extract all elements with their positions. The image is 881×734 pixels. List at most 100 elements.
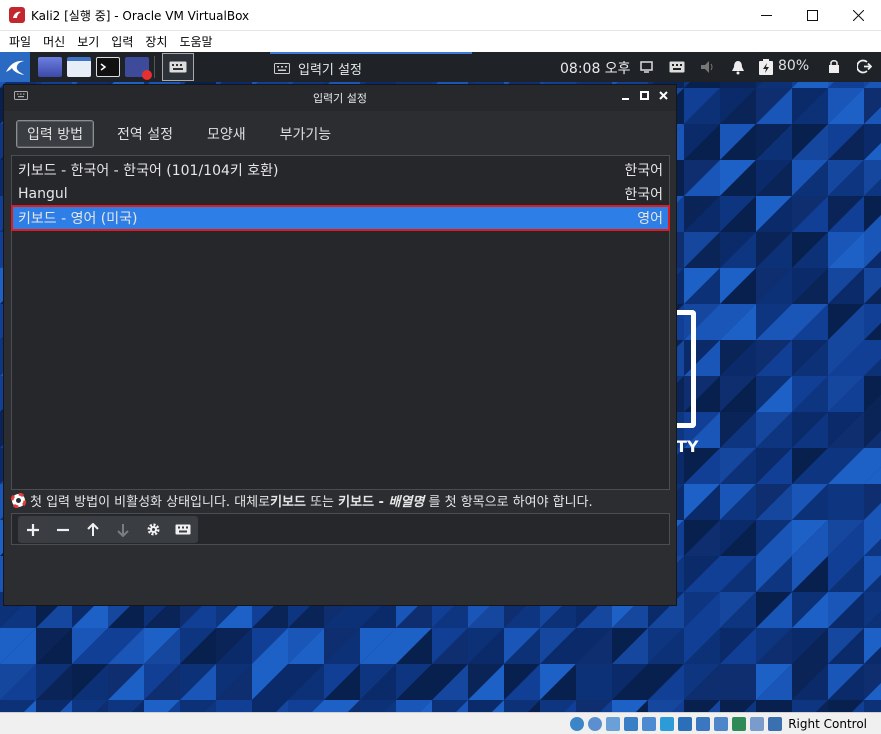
input-method-settings-dialog: 입력기 설정 입력 방법 전역 설정 모양새 부가기능 키보드 - 한국어 - … bbox=[3, 84, 677, 606]
terminal-launcher[interactable] bbox=[96, 57, 120, 77]
network-icon[interactable] bbox=[624, 716, 639, 731]
mouse-integration-icon[interactable] bbox=[750, 716, 765, 731]
remove-button[interactable] bbox=[48, 516, 78, 543]
taskbar-keyboard-task[interactable] bbox=[162, 53, 194, 81]
guest-screen: TY 입력기 설정 08:08 오후 80% 입력기 설정 입력 방법 전역 설… bbox=[0, 52, 881, 712]
menu-input[interactable]: 입력 bbox=[105, 33, 139, 50]
keyboard-icon bbox=[14, 91, 28, 100]
vbox-menu-bar: 파일 머신 보기 입력 장치 도움말 bbox=[0, 31, 881, 52]
taskbar-window-label: 입력기 설정 bbox=[298, 62, 362, 78]
minimize-icon bbox=[622, 98, 629, 100]
top-panel: 입력기 설정 08:08 오후 80% bbox=[0, 52, 881, 82]
add-button[interactable] bbox=[18, 516, 48, 543]
record-icon bbox=[142, 70, 152, 80]
terminal-icon bbox=[100, 63, 107, 71]
input-method-list: 키보드 - 한국어 - 한국어 (101/104키 호환) 한국어 Hangul… bbox=[11, 155, 670, 490]
input-method-language: 한국어 bbox=[624, 163, 663, 179]
vbox-title-bar: Kali2 [실행 중] - Oracle VM VirtualBox bbox=[0, 0, 881, 31]
recording-icon[interactable] bbox=[696, 716, 711, 731]
shared-folder-icon[interactable] bbox=[660, 716, 675, 731]
workspace-launcher[interactable] bbox=[38, 57, 62, 77]
menu-machine[interactable]: 머신 bbox=[37, 33, 71, 50]
panel-separator bbox=[154, 56, 155, 78]
minimize-icon bbox=[760, 15, 772, 16]
maximize-button[interactable] bbox=[789, 0, 835, 31]
remove-icon bbox=[57, 528, 69, 531]
display-icon[interactable] bbox=[640, 61, 653, 73]
list-item[interactable]: 키보드 - 한국어 - 한국어 (101/104키 호환) 한국어 bbox=[12, 158, 669, 182]
list-item-selected[interactable]: 키보드 - 영어 (미국) 영어 bbox=[11, 205, 670, 231]
audio-icon[interactable] bbox=[606, 716, 621, 731]
input-method-name: 키보드 - 한국어 - 한국어 (101/104키 호환) bbox=[18, 163, 279, 179]
input-method-name: 키보드 - 영어 (미국) bbox=[18, 211, 138, 227]
dialog-minimize-button[interactable] bbox=[621, 89, 630, 104]
menu-file[interactable]: 파일 bbox=[3, 33, 37, 50]
logout-icon[interactable] bbox=[857, 59, 872, 74]
keyboard-layout-button[interactable] bbox=[168, 516, 198, 543]
configure-button[interactable] bbox=[138, 516, 168, 543]
close-icon bbox=[852, 10, 864, 21]
dialog-title: 입력기 설정 bbox=[312, 92, 368, 105]
dialog-maximize-button[interactable] bbox=[640, 89, 649, 104]
status-text-italic: 배열명 bbox=[388, 494, 425, 510]
status-text-bold1: 키보드 bbox=[270, 494, 306, 510]
status-message: 첫 입력 방법이 비활성화 상태입니다. 대체로 키보드 또는 키보드 - 배열… bbox=[11, 488, 670, 512]
vbox-app-icon bbox=[9, 7, 25, 23]
keyboard-icon bbox=[169, 61, 187, 73]
maximize-icon bbox=[806, 10, 818, 21]
keyboard-layout-icon[interactable] bbox=[669, 61, 685, 73]
move-down-button[interactable] bbox=[108, 516, 138, 543]
menu-devices[interactable]: 장치 bbox=[139, 33, 173, 50]
input-method-language: 한국어 bbox=[624, 187, 663, 203]
panel-clock[interactable]: 08:08 오후 bbox=[560, 58, 631, 78]
virtualization-icon[interactable] bbox=[732, 716, 747, 731]
keyboard-icon bbox=[175, 524, 191, 535]
notification-bell-icon[interactable] bbox=[731, 60, 745, 75]
tab-input-method[interactable]: 입력 방법 bbox=[16, 120, 94, 148]
maximize-icon bbox=[640, 91, 649, 100]
vbox-window-title: Kali2 [실행 중] - Oracle VM VirtualBox bbox=[31, 8, 250, 23]
wallpaper-triangle bbox=[864, 700, 881, 712]
list-item[interactable]: Hangul 한국어 bbox=[12, 182, 669, 206]
warning-lifebuoy-icon bbox=[11, 492, 26, 508]
close-button[interactable] bbox=[835, 0, 881, 31]
host-key-label: Right Control bbox=[788, 716, 867, 731]
menu-help[interactable]: 도움말 bbox=[173, 33, 218, 50]
screen-recorder-launcher[interactable] bbox=[125, 57, 152, 80]
cpu-icon[interactable] bbox=[714, 716, 729, 731]
status-text-part3: 를 첫 항목으로 하여야 합니다. bbox=[424, 494, 593, 510]
volume-icon[interactable] bbox=[700, 60, 716, 74]
close-icon bbox=[659, 91, 668, 100]
tab-appearance[interactable]: 모양새 bbox=[196, 120, 257, 148]
dialog-title-bar[interactable]: 입력기 설정 bbox=[4, 85, 676, 111]
kali-menu-button[interactable] bbox=[0, 52, 30, 82]
move-up-button[interactable] bbox=[78, 516, 108, 543]
taskbar-window-button[interactable]: 입력기 설정 bbox=[270, 52, 472, 82]
tab-addons[interactable]: 부가기능 bbox=[269, 120, 343, 148]
status-text-part1: 첫 입력 방법이 비활성화 상태입니다. 대체로 bbox=[30, 494, 271, 510]
display-icon[interactable] bbox=[678, 716, 693, 731]
battery-charging-icon bbox=[759, 59, 773, 75]
usb-icon[interactable] bbox=[642, 716, 657, 731]
disk-icon[interactable] bbox=[570, 716, 585, 731]
menu-view[interactable]: 보기 bbox=[71, 33, 105, 50]
status-text-part2: 또는 bbox=[305, 494, 339, 510]
tab-global-config[interactable]: 전역 설정 bbox=[106, 120, 184, 148]
minimize-button[interactable] bbox=[743, 0, 789, 31]
keyboard-icon bbox=[274, 62, 290, 74]
battery-percent[interactable]: 80% bbox=[778, 58, 809, 74]
settings-icon bbox=[147, 523, 159, 536]
input-method-language: 영어 bbox=[637, 211, 663, 227]
lock-icon[interactable] bbox=[828, 59, 840, 74]
move-down-icon bbox=[117, 523, 129, 537]
optical-drive-icon[interactable] bbox=[588, 716, 603, 731]
vbox-status-bar: Right Control bbox=[0, 712, 881, 734]
file-manager-launcher[interactable] bbox=[67, 57, 91, 77]
host-key-icon[interactable] bbox=[768, 716, 783, 731]
move-up-icon bbox=[87, 522, 99, 536]
input-method-name: Hangul bbox=[18, 186, 68, 202]
add-icon bbox=[27, 523, 39, 536]
kali-dragon-icon bbox=[6, 60, 24, 75]
dialog-close-button[interactable] bbox=[659, 89, 668, 104]
list-toolbar bbox=[11, 513, 670, 545]
